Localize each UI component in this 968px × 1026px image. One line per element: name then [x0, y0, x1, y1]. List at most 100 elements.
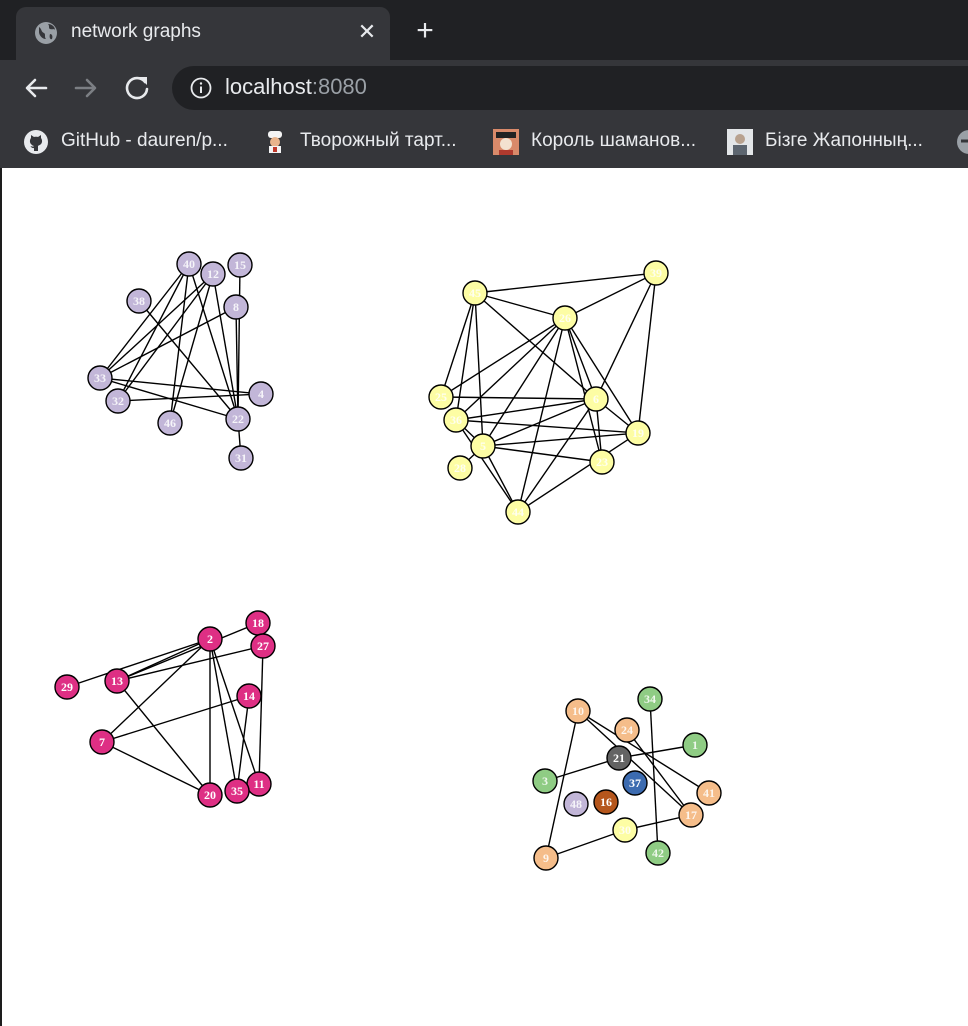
graph-node[interactable]: 27: [250, 633, 276, 659]
info-icon[interactable]: [190, 77, 212, 99]
node-label: 21: [613, 751, 625, 765]
network-graphs-canvas: 40121538 83332 446 223145392625 63619528 2344…: [54, 251, 722, 871]
node-label: 48: [570, 797, 582, 811]
node-label: 34: [644, 692, 656, 706]
graph-node[interactable]: 33: [87, 365, 113, 391]
graph-edge: [236, 695, 250, 792]
node-label: 24: [621, 723, 633, 737]
graph-edge: [440, 317, 566, 398]
graph-node[interactable]: 36: [443, 407, 469, 433]
graph-node[interactable]: 29: [54, 674, 80, 700]
graph-edge: [455, 292, 476, 421]
url-text: localhost:8080: [225, 74, 367, 100]
pink-cluster: 18 2 27 29 13 14 7 11 35 20: [54, 610, 276, 808]
graph-node[interactable]: 46: [157, 410, 183, 436]
graph-node[interactable]: 25: [428, 384, 454, 410]
graph-node[interactable]: 6: [583, 386, 609, 412]
graph-node[interactable]: 2: [197, 626, 223, 652]
graph-edge: [482, 432, 639, 447]
node-label: 45: [469, 286, 481, 300]
node-label: 28: [454, 461, 466, 475]
bookmark-tart[interactable]: Творожный тарт...: [262, 120, 477, 164]
partial-bookmark-icon[interactable]: [956, 129, 968, 155]
node-label: 14: [243, 689, 255, 703]
node-label: 19: [632, 426, 644, 440]
graph-node[interactable]: 32: [105, 388, 131, 414]
graph-edge: [237, 264, 241, 420]
graph-edge: [138, 300, 239, 420]
graph-node[interactable]: 13: [104, 668, 130, 694]
address-bar[interactable]: localhost:8080: [172, 66, 968, 110]
page-content: 40 12 15 38 8 33 32 4 46 22 31 45 39 26 25 6 36 19 5 28 23 44…: [0, 168, 968, 1026]
graph-edge: [99, 263, 190, 379]
node-label: 2: [207, 632, 213, 646]
graph-node[interactable]: 12: [200, 261, 226, 287]
bookmark-label: GitHub - dauren/p...: [61, 130, 228, 151]
node-label: 35: [231, 784, 243, 798]
graph-node[interactable]: 21: [606, 745, 632, 771]
node-label: 27: [257, 639, 269, 653]
graph-node[interactable]: 45: [462, 280, 488, 306]
browser-tab[interactable]: network graphs ✕: [16, 7, 390, 60]
graph-node[interactable]: 31: [228, 445, 254, 471]
graph-node[interactable]: 24: [614, 717, 640, 743]
graph-node[interactable]: 1: [682, 732, 708, 758]
graph-node[interactable]: 20: [197, 782, 223, 808]
graph-node[interactable]: 40: [176, 251, 202, 277]
new-tab-button[interactable]: +: [410, 16, 440, 46]
node-label: 25: [435, 390, 447, 404]
back-arrow-icon[interactable]: [20, 72, 52, 104]
graph-node[interactable]: 42: [645, 840, 671, 866]
graph-node[interactable]: 34: [637, 686, 663, 712]
graph-node[interactable]: 14: [236, 683, 262, 709]
graph-edge: [235, 306, 239, 420]
graph-node[interactable]: 37: [622, 770, 648, 796]
graph-node[interactable]: 38: [126, 288, 152, 314]
node-label: 44: [512, 505, 524, 519]
graph-node[interactable]: 19: [625, 420, 651, 446]
tab-strip: network graphs ✕ +: [0, 0, 968, 60]
node-label: 23: [596, 455, 608, 469]
graph-node[interactable]: 23: [589, 449, 615, 475]
graph-node[interactable]: 8: [223, 294, 249, 320]
forward-arrow-icon[interactable]: [70, 72, 102, 104]
bookmark-shaman-king[interactable]: Король шаманов...: [493, 120, 708, 164]
portrait-favicon: [727, 129, 753, 155]
graph-node[interactable]: 16: [593, 789, 619, 815]
graph-node[interactable]: 17: [678, 802, 704, 828]
graph-node[interactable]: 28: [447, 455, 473, 481]
graph-node[interactable]: 44: [505, 499, 531, 525]
graph-edge: [637, 272, 657, 434]
graph-node[interactable]: 18: [245, 610, 271, 636]
graph-edge: [209, 638, 260, 785]
graph-node[interactable]: 9: [533, 845, 559, 871]
bookmark-github[interactable]: GitHub - dauren/p...: [23, 120, 243, 164]
graph-node[interactable]: 26: [552, 305, 578, 331]
graph-node[interactable]: 35: [224, 778, 250, 804]
node-label: 1: [692, 738, 698, 752]
node-label: 16: [600, 795, 612, 809]
reload-icon[interactable]: [121, 72, 153, 104]
graph-node[interactable]: 41: [696, 780, 722, 806]
graph-node[interactable]: 4: [248, 381, 274, 407]
graph-node[interactable]: 39: [643, 260, 669, 286]
graph-edge: [564, 272, 657, 319]
graph-node[interactable]: 48: [563, 791, 589, 817]
node-label: 12: [207, 267, 219, 281]
graph-node[interactable]: 10: [565, 698, 591, 724]
graph-edge: [440, 292, 476, 398]
graph-node[interactable]: 30: [612, 817, 638, 843]
globe-icon: [35, 22, 57, 44]
tab-close-button[interactable]: ✕: [354, 19, 380, 45]
bookmarks-bar: GitHub - dauren/p... Творожный тарт... К…: [0, 120, 968, 166]
graph-node[interactable]: 5: [470, 433, 496, 459]
graph-node[interactable]: 3: [532, 768, 558, 794]
graph-edge: [116, 680, 211, 796]
bookmark-japan[interactable]: Бізге Жапонның...: [727, 120, 942, 164]
node-label: 5: [480, 439, 486, 453]
graph-node[interactable]: 11: [246, 771, 272, 797]
graph-edge: [649, 698, 659, 854]
graph-node[interactable]: 15: [227, 252, 253, 278]
graph-node[interactable]: 7: [89, 729, 115, 755]
graph-node[interactable]: 22: [225, 406, 251, 432]
